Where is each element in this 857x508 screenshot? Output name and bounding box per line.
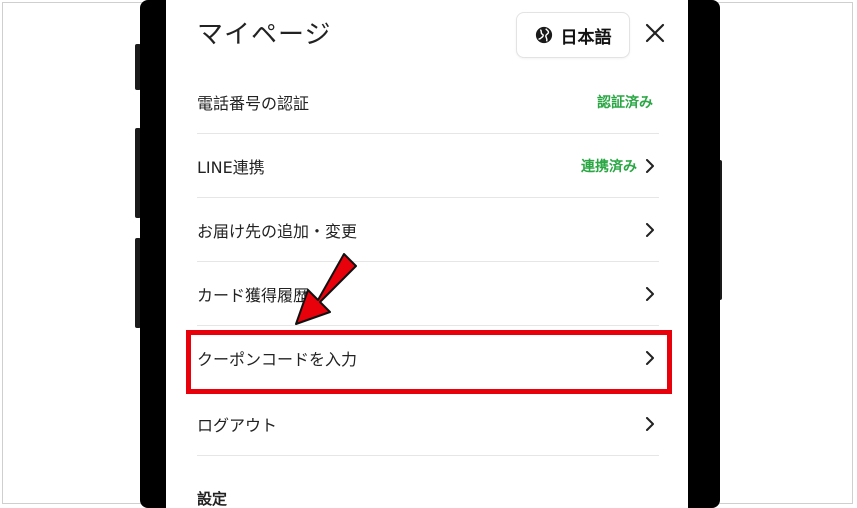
pointer-arrow-icon	[295, 253, 357, 325]
menu-item-label: 電話番号の認証	[197, 93, 310, 113]
menu-item-logout[interactable]: ログアウト	[197, 392, 659, 456]
chevron-right-icon	[646, 158, 654, 173]
globe-icon	[535, 26, 552, 44]
close-icon[interactable]	[644, 22, 666, 44]
status-badge: 連携済み	[581, 158, 637, 175]
menu-item-card-history[interactable]: カード獲得履歴	[197, 262, 659, 326]
menu-item-label: LINE連携	[197, 157, 265, 177]
menu-item-label: お届け先の追加・変更	[197, 221, 358, 241]
phone-screen: マイページ 日本語 電話番号の認証 認証済み LINE連携 連携済み お届け先の…	[166, 0, 688, 508]
language-button[interactable]: 日本語	[516, 12, 630, 58]
page-title: マイページ	[197, 20, 332, 50]
chevron-right-icon	[646, 416, 654, 431]
chevron-right-icon	[646, 222, 654, 237]
menu-item-label: カード獲得履歴	[197, 285, 310, 305]
chevron-right-icon	[646, 286, 654, 301]
language-label: 日本語	[560, 27, 612, 48]
menu-item-phone-verification[interactable]: 電話番号の認証 認証済み	[197, 70, 659, 134]
menu-item-delivery-address[interactable]: お届け先の追加・変更	[197, 198, 659, 262]
menu-item-line-link[interactable]: LINE連携 連携済み	[197, 134, 659, 198]
highlight-box	[186, 330, 672, 394]
status-badge: 認証済み	[597, 94, 653, 111]
menu-item-label: ログアウト	[197, 415, 278, 435]
settings-section-label: 設定	[197, 490, 228, 508]
